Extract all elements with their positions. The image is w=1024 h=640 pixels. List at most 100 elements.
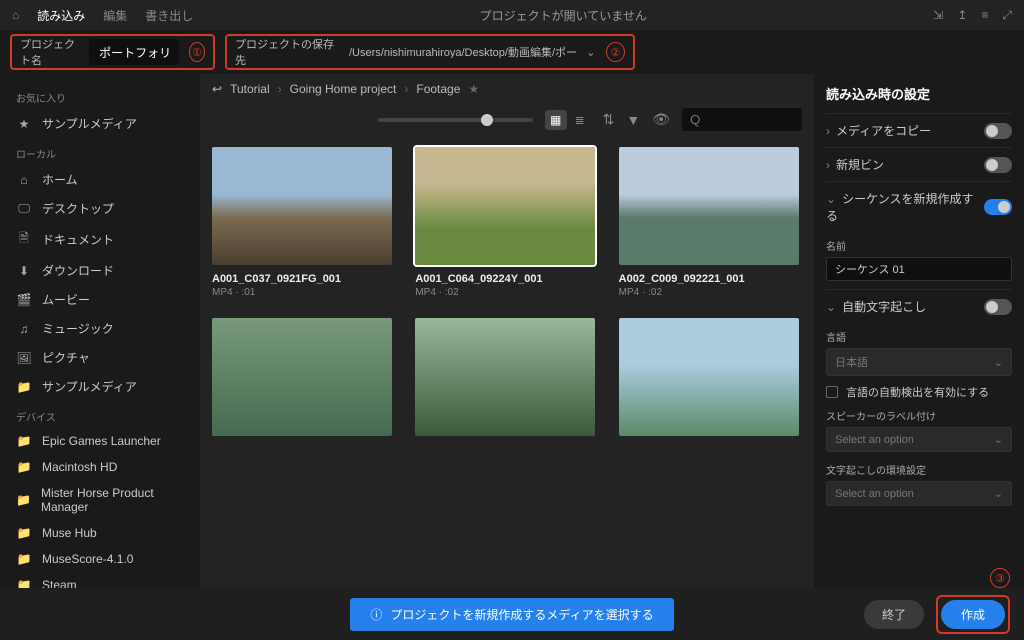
sidebar-item-local-0[interactable]: ⌂ホーム bbox=[0, 165, 200, 194]
panel-icon[interactable]: ⇲ bbox=[933, 8, 943, 23]
clip-name: A001_C064_09224Y_001 bbox=[415, 273, 595, 285]
folder-icon: 📁 bbox=[16, 460, 32, 474]
clip-thumbnail[interactable] bbox=[619, 318, 799, 436]
clip-thumbnail[interactable] bbox=[212, 318, 392, 436]
media-grid: A001_C037_0921FG_001 MP4 · :01 A001_C064_0… bbox=[200, 141, 814, 588]
clip-thumbnail[interactable] bbox=[415, 318, 595, 436]
share-icon[interactable]: ↥ bbox=[957, 8, 967, 23]
content: ↩ Tutorial› Going Home project› Footage … bbox=[200, 74, 814, 588]
favorite-star-icon[interactable]: ★ bbox=[468, 82, 479, 96]
folder-icon: 📁 bbox=[16, 526, 32, 540]
chevron-down-icon[interactable]: ⌄ bbox=[586, 45, 596, 59]
window-title: プロジェクトが開いていません bbox=[211, 7, 915, 24]
info-banner: ⓘ プロジェクトを新規作成するメディアを選択する bbox=[350, 598, 673, 631]
sequence-name-input[interactable] bbox=[826, 257, 1012, 281]
speaker-select[interactable]: Select an option⌄ bbox=[826, 427, 1012, 452]
env-label: 文字起こしの環境設定 bbox=[826, 462, 1012, 477]
tab-export[interactable]: 書き出し bbox=[145, 7, 193, 24]
toggle-auto-transcribe[interactable] bbox=[984, 299, 1012, 315]
folder-icon: 🗎 bbox=[16, 229, 32, 250]
sidebar-item-local-5[interactable]: ♫ミュージック bbox=[0, 314, 200, 343]
media-clip[interactable] bbox=[619, 318, 799, 436]
row-auto-transcribe[interactable]: ⌄自動文字起こし bbox=[826, 289, 1012, 323]
language-label: 言語 bbox=[826, 329, 1012, 344]
search-input[interactable] bbox=[682, 108, 802, 131]
clip-thumbnail[interactable] bbox=[212, 147, 392, 265]
row-copy-media[interactable]: ›メディアをコピー bbox=[826, 113, 1012, 147]
save-location-input[interactable] bbox=[349, 46, 576, 58]
clip-thumbnail[interactable] bbox=[415, 147, 595, 265]
sidebar-item-sample-media-fav[interactable]: ★サンプルメディア bbox=[0, 109, 200, 138]
row-create-sequence[interactable]: ⌄シーケンスを新規作成する bbox=[826, 181, 1012, 232]
clip-meta: MP4 · :02 bbox=[619, 287, 799, 298]
breadcrumb: ↩ Tutorial› Going Home project› Footage … bbox=[200, 74, 814, 104]
list-view-button[interactable]: ≣ bbox=[569, 110, 591, 130]
annotation-2: ② bbox=[606, 42, 625, 62]
row-new-bin[interactable]: ›新規ビン bbox=[826, 147, 1012, 181]
sidebar-section-favorites: お気に入り bbox=[0, 82, 200, 109]
sidebar-item-local-1[interactable]: 🖵デスクトップ bbox=[0, 194, 200, 223]
sidebar-item-device-3[interactable]: 📁Muse Hub bbox=[0, 520, 200, 546]
top-fields: プロジェクト名 ① プロジェクトの保存先 ⌄ ② bbox=[0, 30, 1024, 74]
media-clip[interactable] bbox=[415, 318, 595, 436]
sidebar-item-local-7[interactable]: 📁サンプルメディア bbox=[0, 372, 200, 401]
sidebar-item-device-5[interactable]: 📁Steam bbox=[0, 572, 200, 588]
sort-icon[interactable]: ⇅ bbox=[603, 111, 615, 128]
create-button[interactable]: 作成 bbox=[941, 600, 1005, 629]
titlebar: ⌂ 読み込み 編集 書き出し プロジェクトが開いていません ⇲ ↥ ≡ ⤢ bbox=[0, 0, 1024, 30]
grid-view-button[interactable]: ▦ bbox=[545, 110, 567, 130]
fullscreen-icon[interactable]: ⤢ bbox=[1002, 8, 1012, 23]
filter-icon[interactable]: ▼ bbox=[626, 112, 640, 128]
toggle-copy-media[interactable] bbox=[984, 123, 1012, 139]
toggle-create-sequence[interactable] bbox=[984, 199, 1012, 215]
sidebar-item-device-0[interactable]: 📁Epic Games Launcher bbox=[0, 428, 200, 454]
sidebar-item-device-2[interactable]: 📁Mister Horse Product Manager bbox=[0, 480, 200, 520]
language-select[interactable]: 日本語⌄ bbox=[826, 348, 1012, 376]
create-button-highlight: 作成 bbox=[936, 595, 1010, 634]
sidebar-item-device-4[interactable]: 📁MuseScore-4.1.0 bbox=[0, 546, 200, 572]
clip-name: A001_C037_0921FG_001 bbox=[212, 273, 392, 285]
env-select[interactable]: Select an option⌄ bbox=[826, 481, 1012, 506]
back-icon[interactable]: ↩ bbox=[212, 82, 222, 96]
annotation-3: ③ bbox=[990, 568, 1010, 588]
project-name-input[interactable] bbox=[89, 39, 179, 65]
media-clip[interactable]: A001_C064_09224Y_001 MP4 · :02 bbox=[415, 147, 595, 298]
sidebar-item-local-4[interactable]: 🎬ムービー bbox=[0, 285, 200, 314]
clip-thumbnail[interactable] bbox=[619, 147, 799, 265]
sidebar-item-local-2[interactable]: 🗎ドキュメント bbox=[0, 223, 200, 256]
media-clip[interactable] bbox=[212, 318, 392, 436]
sidebar-item-local-3[interactable]: ⬇ダウンロード bbox=[0, 256, 200, 285]
folder-icon: ♫ bbox=[16, 322, 32, 336]
sidebar-section-devices: デバイス bbox=[0, 401, 200, 428]
folder-icon: 📁 bbox=[16, 380, 32, 394]
tab-import[interactable]: 読み込み bbox=[37, 7, 85, 24]
sequence-name-label: 名前 bbox=[826, 238, 1012, 253]
footer: ⓘ プロジェクトを新規作成するメディアを選択する 終了 作成 ③ bbox=[0, 588, 1024, 640]
media-clip[interactable]: A001_C037_0921FG_001 MP4 · :01 bbox=[212, 147, 392, 298]
clip-meta: MP4 · :01 bbox=[212, 287, 392, 298]
sidebar-item-local-6[interactable]: 🖼ピクチャ bbox=[0, 343, 200, 372]
home-icon[interactable]: ⌂ bbox=[12, 8, 19, 22]
tab-edit[interactable]: 編集 bbox=[103, 7, 127, 24]
thumbnail-size-slider[interactable] bbox=[378, 118, 532, 122]
folder-icon: 📁 bbox=[16, 434, 32, 448]
auto-detect-check[interactable]: 言語の自動検出を有効にする bbox=[826, 384, 1012, 400]
folder-icon: 📁 bbox=[16, 578, 32, 588]
clip-meta: MP4 · :02 bbox=[415, 287, 595, 298]
exit-button[interactable]: 終了 bbox=[864, 600, 924, 629]
speaker-label: スピーカーのラベル付け bbox=[826, 408, 1012, 423]
star-icon: ★ bbox=[16, 117, 32, 131]
breadcrumb-0[interactable]: Tutorial bbox=[230, 82, 270, 96]
breadcrumb-2[interactable]: Footage bbox=[416, 82, 460, 96]
folder-icon: 🖵 bbox=[16, 201, 32, 216]
project-name-box: プロジェクト名 ① bbox=[10, 34, 215, 70]
media-clip[interactable]: A002_C009_092221_001MP4 · :02 bbox=[619, 147, 799, 298]
sidebar-section-local: ローカル bbox=[0, 138, 200, 165]
eye-icon[interactable]: 👁 bbox=[652, 111, 670, 128]
workspace-icon[interactable]: ≡ bbox=[981, 8, 988, 23]
folder-icon: 📁 bbox=[16, 493, 31, 507]
sidebar: お気に入り ★サンプルメディア ローカル ⌂ホーム🖵デスクトップ🗎ドキュメント⬇… bbox=[0, 74, 200, 588]
sidebar-item-device-1[interactable]: 📁Macintosh HD bbox=[0, 454, 200, 480]
toggle-new-bin[interactable] bbox=[984, 157, 1012, 173]
breadcrumb-1[interactable]: Going Home project bbox=[290, 82, 397, 96]
